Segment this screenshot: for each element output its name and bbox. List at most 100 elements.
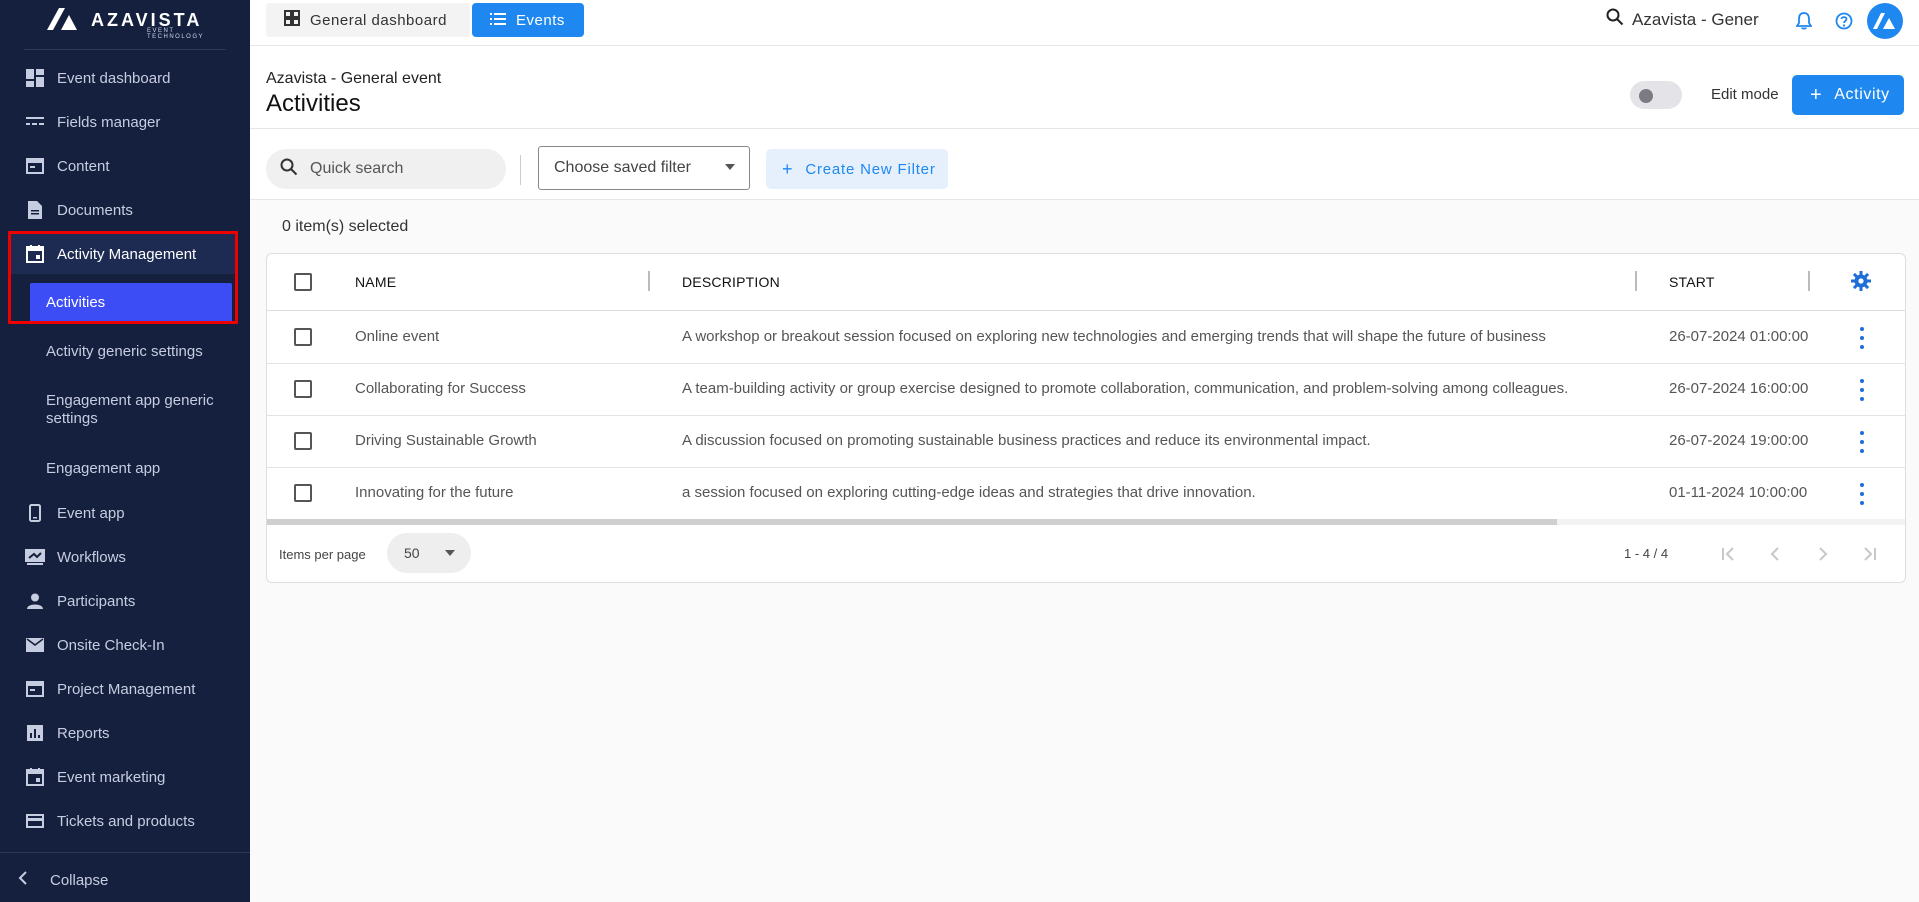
event-search[interactable]: Azavista - Gener	[1606, 8, 1759, 31]
caret-down-icon	[445, 550, 455, 556]
sidebar-subitem-engagement-app[interactable]: Engagement app	[0, 460, 250, 480]
saved-filter-select[interactable]: Choose saved filter	[538, 146, 750, 190]
calendar-icon	[25, 767, 45, 787]
row-menu-icon[interactable]	[1859, 483, 1865, 505]
page-range: 1 - 4 / 4	[1624, 546, 1669, 561]
sidebar-subitem-activities[interactable]: Activities	[30, 283, 232, 323]
person-icon	[25, 591, 45, 611]
collapse-button[interactable]: Collapse	[0, 862, 250, 898]
row-menu-icon[interactable]	[1859, 379, 1865, 401]
row-checkbox[interactable]	[294, 328, 312, 346]
next-page-button[interactable]	[1812, 543, 1834, 565]
collapse-label: Collapse	[50, 871, 109, 889]
sidebar-subitem-label: Activity generic settings	[46, 343, 203, 360]
column-header-name[interactable]: NAME	[355, 274, 396, 290]
sidebar-item-label: Workflows	[57, 548, 126, 566]
plus-icon: +	[782, 158, 794, 179]
edit-mode-toggle[interactable]	[1630, 81, 1682, 109]
sidebar-item-event-app[interactable]: Event app	[0, 493, 250, 533]
row-checkbox[interactable]	[294, 432, 312, 450]
sidebar-item-participants[interactable]: Participants	[0, 581, 250, 621]
cell-name: Driving Sustainable Growth	[355, 432, 537, 449]
sidebar: AZAVISTA EVENT TECHNOLOGY Event dashboar…	[0, 0, 250, 902]
row-menu-icon[interactable]	[1859, 431, 1865, 453]
filters-divider	[520, 155, 521, 185]
sidebar-subitem-engagement-app-generic-settings[interactable]: Engagement app generic settings	[0, 392, 250, 432]
row-checkbox[interactable]	[294, 484, 312, 502]
document-icon	[25, 200, 45, 220]
row-checkbox[interactable]	[294, 380, 312, 398]
notifications-button[interactable]	[1793, 10, 1815, 32]
list-icon	[490, 12, 506, 29]
sidebar-item-documents[interactable]: Documents	[0, 190, 250, 230]
calendar-icon	[25, 244, 45, 264]
sidebar-item-workflows[interactable]: Workflows	[0, 537, 250, 577]
items-per-page-select[interactable]: 50	[387, 533, 471, 573]
cell-description: A discussion focused on promoting sustai…	[682, 432, 1371, 449]
create-new-filter-button[interactable]: + Create New Filter	[766, 149, 948, 189]
table-row[interactable]: Driving Sustainable Growth A discussion …	[267, 415, 1905, 468]
chevron-left-icon	[1770, 547, 1779, 561]
column-resizer[interactable]	[1635, 271, 1637, 291]
help-button[interactable]	[1833, 10, 1855, 32]
search-icon	[280, 158, 298, 181]
content-icon	[25, 156, 45, 176]
table-row[interactable]: Innovating for the future a session focu…	[267, 467, 1905, 520]
sidebar-subitem-label: Engagement app generic settings	[46, 392, 214, 427]
sidebar-subitem-label: Engagement app	[46, 460, 161, 477]
previous-page-button[interactable]	[1764, 543, 1786, 565]
event-search-text: Azavista - Gener	[1632, 9, 1759, 29]
table-row[interactable]: Collaborating for Success A team-buildin…	[267, 363, 1905, 416]
sidebar-item-label: Activity Management	[57, 245, 197, 263]
dashboard-icon	[25, 68, 45, 88]
logo-divider	[24, 49, 226, 50]
cell-name: Innovating for the future	[355, 484, 514, 501]
search-icon	[1606, 8, 1624, 31]
topbar: General dashboard Events Azavista - Gene…	[250, 0, 1919, 46]
sidebar-item-activity-management[interactable]: Activity Management	[10, 234, 236, 274]
cell-description: A workshop or breakout session focused o…	[682, 328, 1546, 345]
sidebar-item-project-management[interactable]: Project Management	[0, 669, 250, 709]
tab-events[interactable]: Events	[472, 3, 584, 37]
last-page-button[interactable]	[1859, 543, 1881, 565]
quick-search[interactable]	[266, 149, 506, 189]
sidebar-item-reports[interactable]: Reports	[0, 713, 250, 753]
cell-name: Collaborating for Success	[355, 380, 526, 397]
page-title: Activities	[266, 90, 361, 117]
items-per-page-value: 50	[404, 545, 420, 561]
user-avatar[interactable]	[1867, 3, 1903, 39]
first-page-button[interactable]	[1717, 543, 1739, 565]
column-settings-button[interactable]	[1851, 271, 1871, 296]
column-header-start[interactable]: START	[1669, 274, 1715, 290]
gear-icon	[1851, 271, 1871, 291]
sidebar-item-event-dashboard[interactable]: Event dashboard	[0, 58, 250, 98]
sidebar-subitem-label: Activities	[46, 294, 106, 311]
caret-down-icon	[725, 164, 735, 170]
column-resizer[interactable]	[1808, 271, 1810, 291]
column-resizer[interactable]	[648, 271, 650, 291]
cell-start: 26-07-2024 16:00:00	[1669, 380, 1809, 397]
column-header-description[interactable]: DESCRIPTION	[682, 274, 780, 290]
sidebar-item-fields-manager[interactable]: Fields manager	[0, 102, 250, 142]
table-row[interactable]: Online event A workshop or breakout sess…	[267, 311, 1905, 364]
project-icon	[25, 679, 45, 699]
cell-description: a session focused on exploring cutting-e…	[682, 484, 1256, 501]
cell-start: 01-11-2024 10:00:00	[1669, 484, 1808, 501]
sidebar-item-label: Tickets and products	[57, 812, 195, 830]
create-new-filter-label: Create New Filter	[805, 160, 936, 178]
select-all-checkbox[interactable]	[294, 273, 312, 291]
row-menu-icon[interactable]	[1859, 327, 1865, 349]
sidebar-item-event-marketing[interactable]: Event marketing	[0, 757, 250, 797]
sidebar-item-label: Event app	[57, 504, 125, 522]
add-activity-button[interactable]: + Activity	[1792, 75, 1904, 115]
event-name: Azavista - General event	[266, 70, 442, 87]
quick-search-input[interactable]	[308, 159, 492, 179]
sidebar-item-content[interactable]: Content	[0, 146, 250, 186]
azavista-logo[interactable]: AZAVISTA EVENT TECHNOLOGY	[47, 8, 203, 40]
logo-subtitle: EVENT TECHNOLOGY	[147, 28, 205, 40]
tab-general-dashboard[interactable]: General dashboard	[266, 3, 470, 37]
add-activity-label: Activity	[1834, 86, 1890, 103]
sidebar-item-onsite-check-in[interactable]: Onsite Check-In	[0, 625, 250, 665]
sidebar-item-tickets-and-products[interactable]: Tickets and products	[0, 801, 250, 841]
sidebar-subitem-activity-generic-settings[interactable]: Activity generic settings	[0, 343, 250, 363]
